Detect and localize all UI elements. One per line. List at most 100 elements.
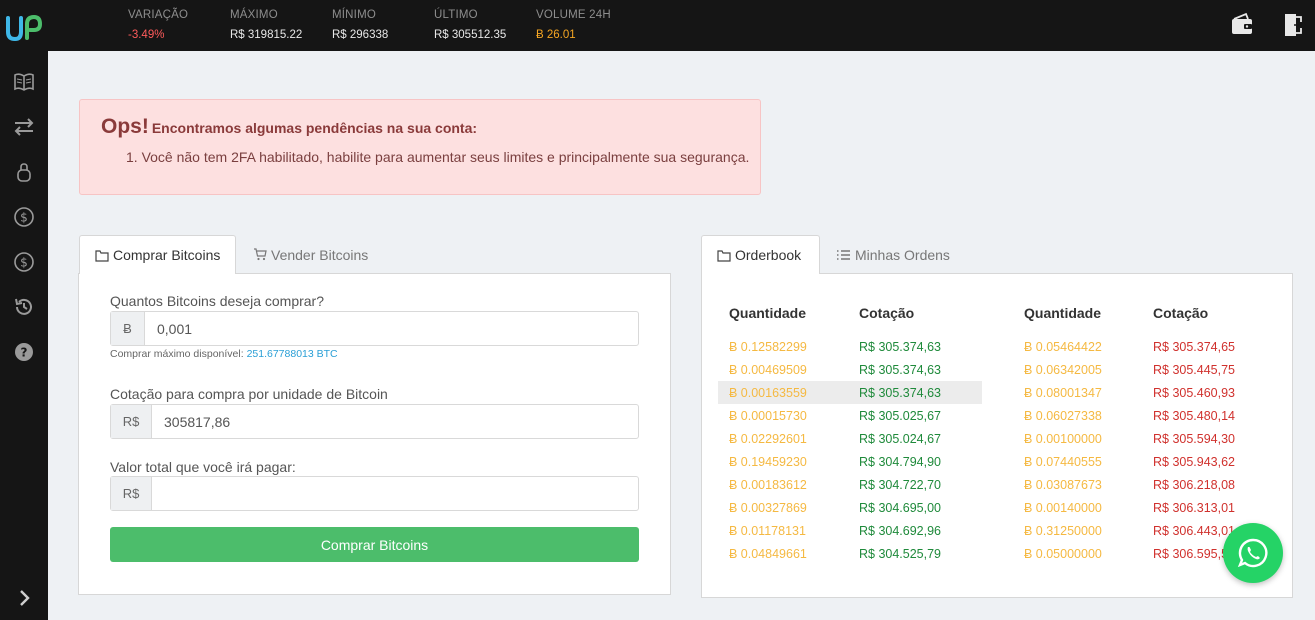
tab-label: Minhas Ordens (855, 246, 950, 263)
price-input[interactable] (152, 405, 638, 438)
transfer-icon[interactable] (13, 116, 35, 138)
buy-bitcoins-button[interactable]: Comprar Bitcoins (110, 527, 639, 562)
buy-price-cell: R$ 305.025,67 (859, 409, 942, 423)
tab-label: Vender Bitcoins (271, 246, 369, 263)
tab-orderbook[interactable]: Orderbook (701, 235, 820, 274)
stat-volume: VOLUME 24H Ƀ 26.01 (536, 9, 611, 41)
brl-addon: R$ (111, 405, 152, 438)
whatsapp-button[interactable] (1223, 523, 1283, 583)
stat-value: -3.49% (128, 29, 165, 41)
sell-qty-cell: Ƀ 0.00100000 (1024, 432, 1102, 446)
buy-price-cell: R$ 305.374,63 (859, 386, 942, 400)
dollar-circle-icon[interactable]: $ (13, 251, 35, 273)
svg-text:?: ? (21, 346, 28, 360)
sell-price-cell: R$ 305.480,14 (1153, 409, 1236, 423)
tab-label: Comprar Bitcoins (113, 247, 221, 263)
tab-comprar-bitcoins[interactable]: Comprar Bitcoins (79, 235, 236, 274)
dollar-circle-icon[interactable]: $ (13, 206, 35, 228)
buy-qty-cell: Ƀ 0.19459230 (729, 455, 807, 469)
buy-qty-cell: Ƀ 0.00183612 (729, 478, 807, 492)
sell-price-cell: R$ 305.374,65 (1153, 340, 1236, 354)
stat-label: ÚLTIMO (434, 9, 478, 21)
amount-input[interactable] (145, 312, 638, 345)
buy-price-cell: R$ 305.024,67 (859, 432, 942, 446)
sell-qty-cell: Ƀ 0.08001347 (1024, 386, 1102, 400)
buy-qty-cell: Ƀ 0.00163559 (729, 386, 807, 400)
history-icon[interactable] (13, 296, 35, 318)
stat-maximo: MÁXIMO R$ 319815.22 (230, 9, 302, 41)
stat-label: VARIAÇÃO (128, 9, 189, 21)
max-label: Comprar máximo disponível: (110, 348, 244, 360)
sell-price-cell: R$ 306.443,01 (1153, 524, 1236, 538)
book-icon[interactable] (13, 71, 35, 93)
sell-price-cell: R$ 305.943,62 (1153, 455, 1236, 469)
price-field: R$ (110, 404, 639, 439)
pending-alert: Ops! Encontramos algumas pendências na su… (79, 99, 761, 195)
buy-price-cell: R$ 304.794,90 (859, 455, 942, 469)
sell-qty-cell: Ƀ 0.05464422 (1024, 340, 1102, 354)
buy-price-cell: R$ 304.692,96 (859, 524, 942, 538)
buy-qty-cell: Ƀ 0.12582299 (729, 340, 807, 354)
stat-value: R$ 305512.35 (434, 29, 507, 41)
total-label: Valor total que você irá pagar: (110, 459, 296, 475)
stat-minimo: MÍNIMO R$ 296338 (332, 9, 388, 41)
sell-qty-cell: Ƀ 0.31250000 (1024, 524, 1102, 538)
buy-qty-cell: Ƀ 0.01178131 (729, 524, 806, 538)
stat-value: Ƀ 26.01 (536, 29, 576, 41)
sell-qty-cell: Ƀ 0.06027338 (1024, 409, 1102, 423)
buy-price-cell: R$ 304.525,79 (859, 547, 942, 561)
buy-price-cell: R$ 304.695,00 (859, 501, 942, 515)
sell-qty-cell: Ƀ 0.03087673 (1024, 478, 1102, 492)
buy-qty-cell: Ƀ 0.00327869 (729, 501, 807, 515)
tab-minhas-ordens[interactable]: Minhas Ordens (836, 235, 950, 274)
lock-icon[interactable] (13, 161, 35, 183)
tab-label: Orderbook (735, 247, 802, 263)
buy-qty-cell: Ƀ 0.00015730 (729, 409, 807, 423)
svg-text:$: $ (20, 256, 28, 270)
sell-price-cell: R$ 306.595,5 (1153, 547, 1229, 561)
stat-value: R$ 296338 (332, 29, 389, 41)
sidebar: $ $ ? (0, 51, 48, 620)
col-header-qty-buy: Quantidade (729, 305, 807, 321)
stat-ultimo: ÚLTIMO R$ 305512.35 (434, 9, 506, 41)
buy-price-cell: R$ 305.374,63 (859, 363, 942, 377)
buy-price-cell: R$ 305.374,63 (859, 340, 942, 354)
btc-addon: Ƀ (111, 312, 145, 345)
max-hint: Comprar máximo disponível: 251.67788013 … (110, 348, 338, 360)
sell-qty-cell: Ƀ 0.06342005 (1024, 363, 1102, 377)
buy-qty-cell: Ƀ 0.02292601 (729, 432, 807, 446)
chevron-right-icon[interactable] (13, 587, 35, 609)
col-header-qty-sell: Quantidade (1024, 305, 1102, 321)
cart-icon (254, 248, 267, 261)
sell-price-cell: R$ 306.313,01 (1153, 501, 1236, 515)
alert-subtitle: Encontramos algumas pendências na sua co… (151, 120, 478, 136)
stat-label: MÁXIMO (230, 9, 278, 21)
max-available-link[interactable]: 251.67788013 BTC (247, 348, 338, 360)
logout-icon[interactable] (1282, 12, 1306, 38)
stat-variacao: VARIAÇÃO -3.49% (128, 9, 188, 41)
tab-vender-bitcoins[interactable]: Vender Bitcoins (253, 235, 368, 274)
wallet-icon[interactable] (1229, 12, 1255, 38)
buy-price-cell: R$ 304.722,70 (859, 478, 942, 492)
help-icon[interactable]: ? (13, 341, 35, 363)
brl-addon: R$ (111, 477, 152, 510)
alert-item: 1. Você não tem 2FA habilitado, habilite… (126, 149, 750, 165)
amount-field: Ƀ (110, 311, 639, 346)
stat-value: R$ 319815.22 (230, 29, 303, 41)
stat-label: MÍNIMO (332, 9, 376, 21)
folder-icon (95, 249, 109, 262)
svg-text:$: $ (20, 211, 28, 225)
sell-price-cell: R$ 306.218,08 (1153, 478, 1236, 492)
total-field: R$ (110, 476, 639, 511)
col-header-price-buy: Cotação (859, 305, 915, 321)
buy-qty-cell: Ƀ 0.00469509 (729, 363, 807, 377)
sell-qty-cell: Ƀ 0.00140000 (1024, 501, 1102, 515)
logo-icon[interactable] (5, 12, 43, 44)
stat-label: VOLUME 24H (536, 9, 611, 21)
total-input[interactable] (152, 477, 638, 510)
list-icon (837, 249, 850, 260)
alert-heading: Ops! Encontramos algumas pendências na su… (101, 115, 477, 139)
buy-qty-cell: Ƀ 0.04849661 (729, 547, 807, 561)
sell-price-cell: R$ 305.460,93 (1153, 386, 1236, 400)
sell-qty-cell: Ƀ 0.07440555 (1024, 455, 1102, 469)
